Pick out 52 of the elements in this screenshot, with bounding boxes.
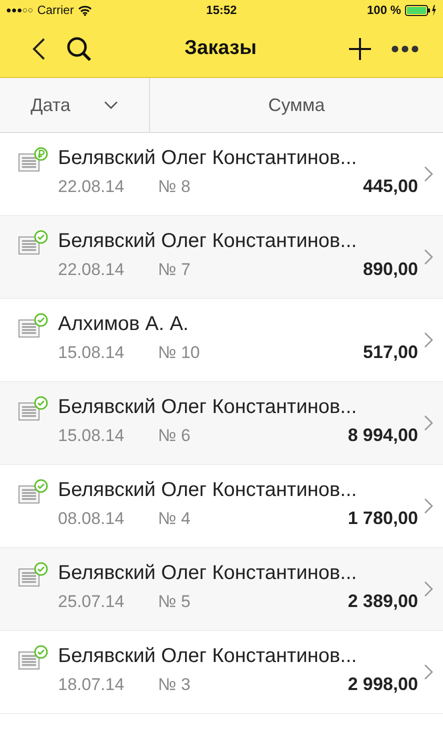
chevron-right-icon <box>424 415 433 431</box>
column-header[interactable]: Сумма <box>150 78 443 132</box>
order-number: № 8 <box>158 176 192 196</box>
order-row[interactable]: Белявский Олег Константинов... 25.07.14 № 5 2 389,00 <box>0 548 443 631</box>
order-sum: 1 780,00 <box>348 508 418 529</box>
carrier-name: Carrier <box>37 3 74 17</box>
chevron-right-icon <box>424 332 433 348</box>
chevron-right-icon <box>424 249 433 265</box>
order-number: № 6 <box>158 426 192 446</box>
order-number: № 5 <box>158 592 192 612</box>
order-sum: 8 994,00 <box>348 425 418 446</box>
search-icon <box>66 36 92 62</box>
order-number: № 7 <box>158 260 192 280</box>
customer-name: Белявский Олег Константинов... <box>58 147 358 170</box>
customer-name: Белявский Олег Константинов... <box>58 396 358 419</box>
order-date: 22.08.14 <box>58 260 126 280</box>
chevron-right-icon <box>424 166 433 182</box>
order-date: 15.08.14 <box>58 426 126 446</box>
order-sum: 517,00 <box>362 342 418 363</box>
order-sum: 2 998,00 <box>348 674 418 695</box>
order-row[interactable]: Белявский Олег Константинов... 15.08.14 № 6 8 994,00 <box>0 382 443 465</box>
plus-icon <box>349 38 371 60</box>
order-sum: 890,00 <box>362 259 418 280</box>
order-date: 15.08.14 <box>58 342 126 362</box>
customer-name: Белявский Олег Константинов... <box>58 562 358 585</box>
chevron-right-icon <box>424 664 433 680</box>
order-date: 25.07.14 <box>58 592 126 612</box>
customer-name: Белявский Олег Константинов... <box>58 479 358 502</box>
column-header[interactable]: Дата <box>0 78 150 132</box>
order-sum: 445,00 <box>362 176 418 197</box>
order-date: 22.08.14 <box>58 176 126 196</box>
order-sum: 2 389,00 <box>348 591 418 612</box>
chevron-right-icon <box>424 498 433 514</box>
battery-percent: 100 % <box>366 3 402 17</box>
customer-name: Алхимов А. А. <box>58 313 190 336</box>
signal-dots: ●●●○○ <box>6 5 34 15</box>
sort-chevron-icon <box>104 101 118 109</box>
order-date: 18.07.14 <box>58 674 126 694</box>
wifi-icon <box>78 4 92 16</box>
order-number: № 4 <box>158 508 192 528</box>
customer-name: Белявский Олег Константинов... <box>58 645 358 668</box>
customer-name: Белявский Олег Константинов... <box>58 230 358 253</box>
battery-icon <box>405 4 438 16</box>
order-number: № 3 <box>158 674 192 694</box>
clock-time: 15:52 <box>206 3 237 17</box>
screen-title: Заказы <box>183 37 258 60</box>
order-date: 08.08.14 <box>58 508 126 528</box>
chevron-right-icon <box>424 581 433 597</box>
order-row[interactable]: Белявский Олег Константинов... 22.08.14 № 7 890,00 <box>0 216 443 299</box>
back-chevron-icon <box>32 38 46 60</box>
more-dots-icon <box>391 44 419 52</box>
order-number: № 10 <box>158 342 201 362</box>
